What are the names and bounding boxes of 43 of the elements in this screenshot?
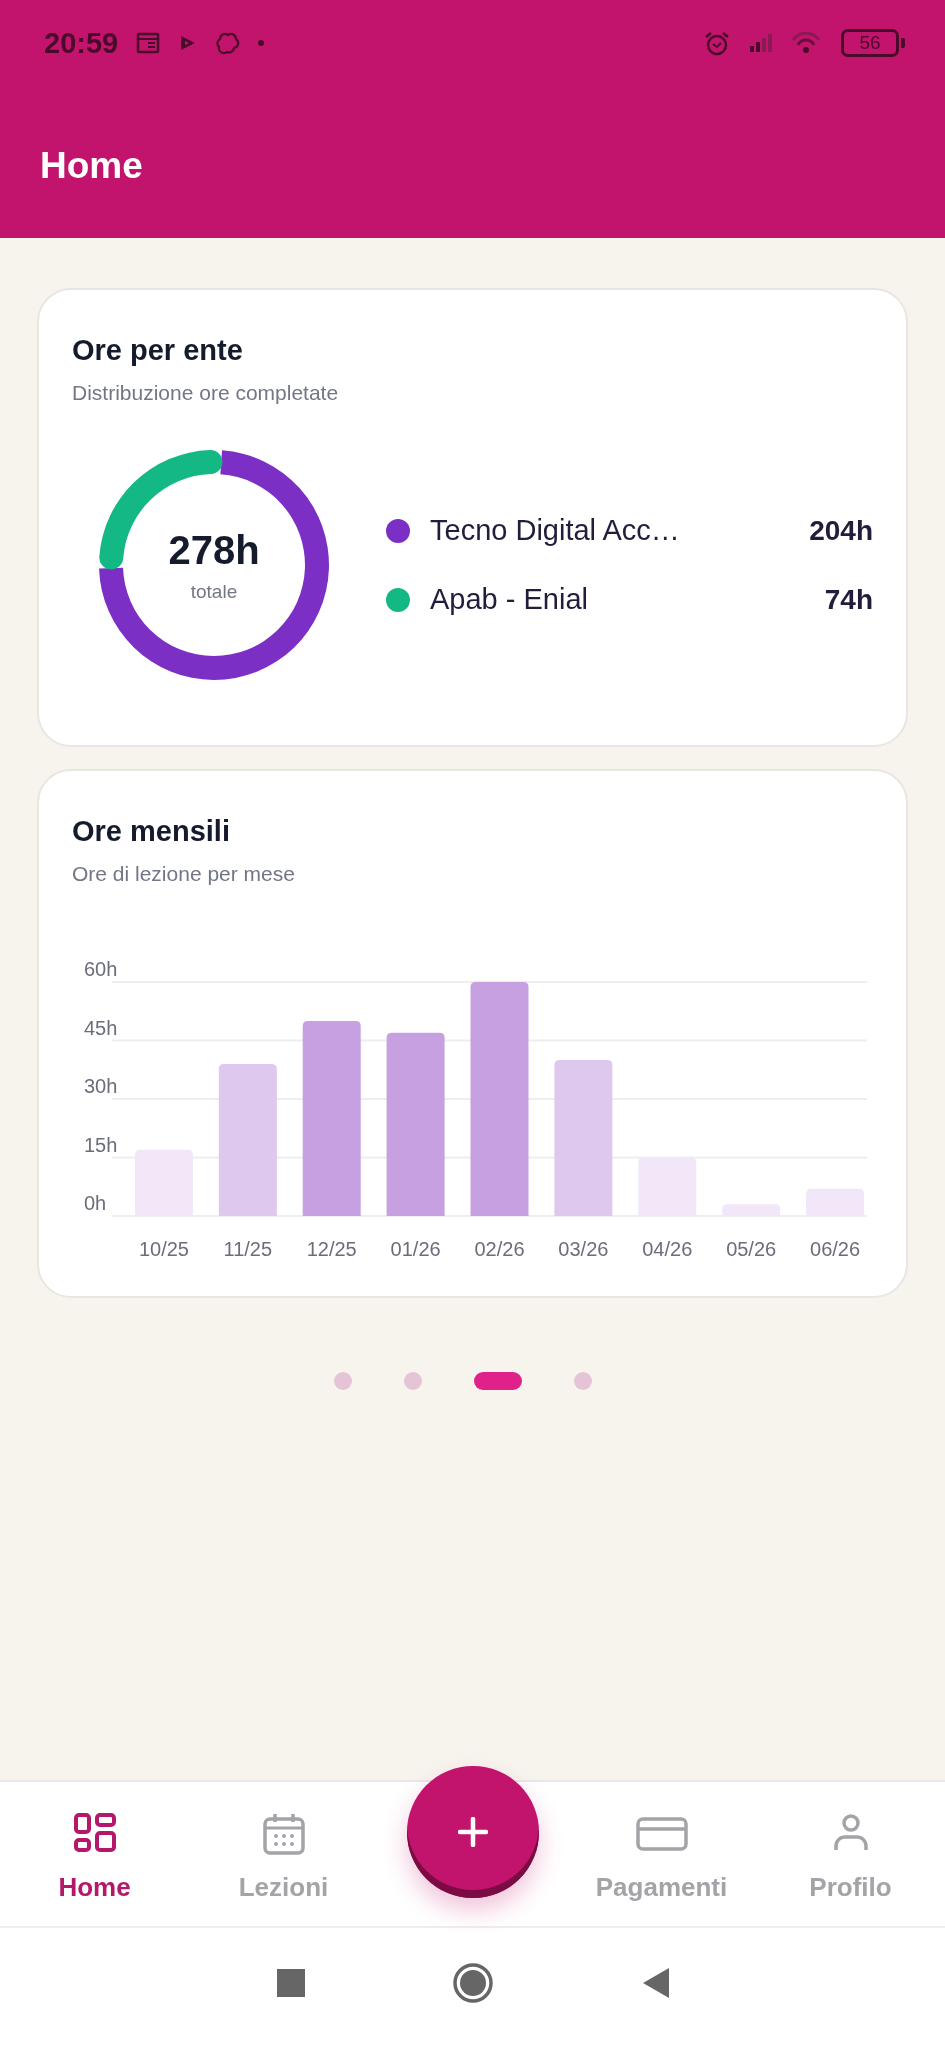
page-indicator[interactable]: [473, 1372, 522, 1390]
legend-label: Tecno Digital Acc…: [430, 514, 681, 547]
axis-label: 03/26: [558, 1238, 609, 1260]
axis-label: 60h: [84, 958, 118, 980]
nav-tab[interactable]: Pagamenti: [567, 1782, 756, 1926]
axis-label: 12/25: [306, 1238, 357, 1260]
legend-value: 204h: [809, 514, 873, 547]
axis-label: 01/26: [390, 1238, 441, 1260]
calendar-icon: [261, 1811, 306, 1856]
wifi-icon: [791, 31, 823, 55]
recents-icon: [276, 1969, 305, 1997]
axis-label: 45h: [84, 1016, 118, 1039]
total-label: totale: [190, 580, 238, 603]
page-title: Home: [40, 145, 143, 187]
legend-label: Apab - Enial: [430, 583, 589, 616]
axis-label: 0h: [84, 1192, 107, 1214]
play-icon: [178, 33, 197, 53]
status-time: 20:59: [44, 26, 119, 60]
total-value: 278h: [168, 527, 260, 573]
axis-label: 04/26: [642, 1238, 693, 1260]
card-subtitle: Distribuzione ore completate: [72, 381, 340, 405]
calendar-icon: [136, 31, 161, 55]
card-subtitle: Ore di lezione per mese: [72, 862, 296, 886]
home-icon: [452, 1963, 493, 2003]
axis-label: 10/25: [138, 1238, 189, 1260]
cloud-icon: [214, 31, 241, 55]
battery-level: 56: [859, 33, 881, 53]
nav-tab[interactable]: Home: [0, 1782, 189, 1926]
plus-icon: [457, 1817, 488, 1847]
dot-icon: [258, 40, 265, 46]
axis-label: 11/25: [223, 1238, 273, 1260]
signal-icon: [749, 32, 773, 54]
axis-label: 05/26: [726, 1238, 777, 1260]
legend-value: 74h: [824, 583, 873, 616]
axis-label: 02/26: [474, 1238, 525, 1260]
nav-tab[interactable]: Profilo: [756, 1782, 945, 1926]
axis-label: 15h: [84, 1133, 118, 1156]
nav-tab[interactable]: Lezioni: [189, 1782, 378, 1926]
axis-label: 30h: [84, 1075, 118, 1097]
card-title: Ore mensili: [72, 815, 231, 848]
alarm-icon: [703, 30, 731, 56]
card-title: Ore per ente: [72, 334, 244, 367]
axis-label: 06/26: [810, 1238, 861, 1260]
